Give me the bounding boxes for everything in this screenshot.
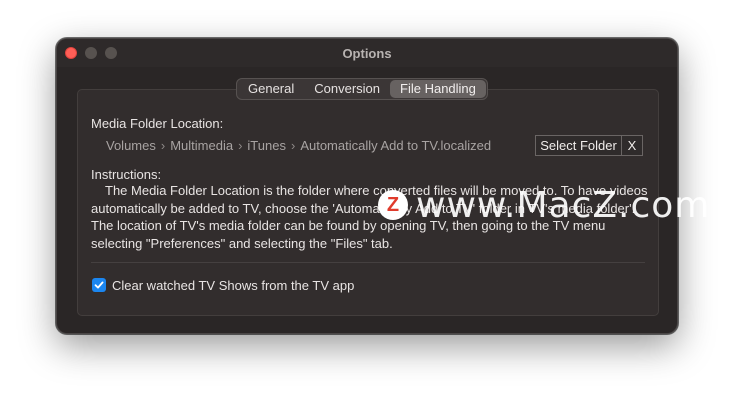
tab-general[interactable]: General <box>238 80 304 98</box>
watermark: Z www.MacZ.com <box>378 184 711 226</box>
watermark-text: www.MacZ.com <box>416 184 711 226</box>
clear-watched-checkbox[interactable] <box>92 278 106 292</box>
instructions-heading: Instructions: <box>91 167 162 182</box>
path-component: Automatically Add to TV.localized <box>300 138 492 153</box>
path-component: Volumes <box>106 138 156 153</box>
path-separator: › <box>290 138 296 153</box>
clear-folder-button[interactable]: X <box>622 136 642 155</box>
tab-file-handling[interactable]: File Handling <box>390 80 486 98</box>
path-component: Multimedia <box>170 138 234 153</box>
folder-button-group: Select Folder X <box>535 135 643 156</box>
path-separator: › <box>160 138 166 153</box>
checkmark-icon <box>94 281 104 289</box>
tab-bar: General Conversion File Handling <box>236 78 488 100</box>
window-title: Options <box>342 46 392 61</box>
media-folder-label: Media Folder Location: <box>91 116 224 131</box>
path-separator: › <box>238 138 243 153</box>
title-bar: Options <box>57 39 677 67</box>
media-folder-path: Volumes › Multimedia › iTunes › Automati… <box>106 138 491 153</box>
tab-conversion[interactable]: Conversion <box>304 80 390 98</box>
select-folder-button[interactable]: Select Folder <box>536 136 622 155</box>
path-component: iTunes <box>247 138 286 153</box>
watermark-logo: Z <box>378 190 408 220</box>
clear-watched-label: Clear watched TV Shows from the TV app <box>112 278 355 293</box>
divider <box>91 262 645 263</box>
